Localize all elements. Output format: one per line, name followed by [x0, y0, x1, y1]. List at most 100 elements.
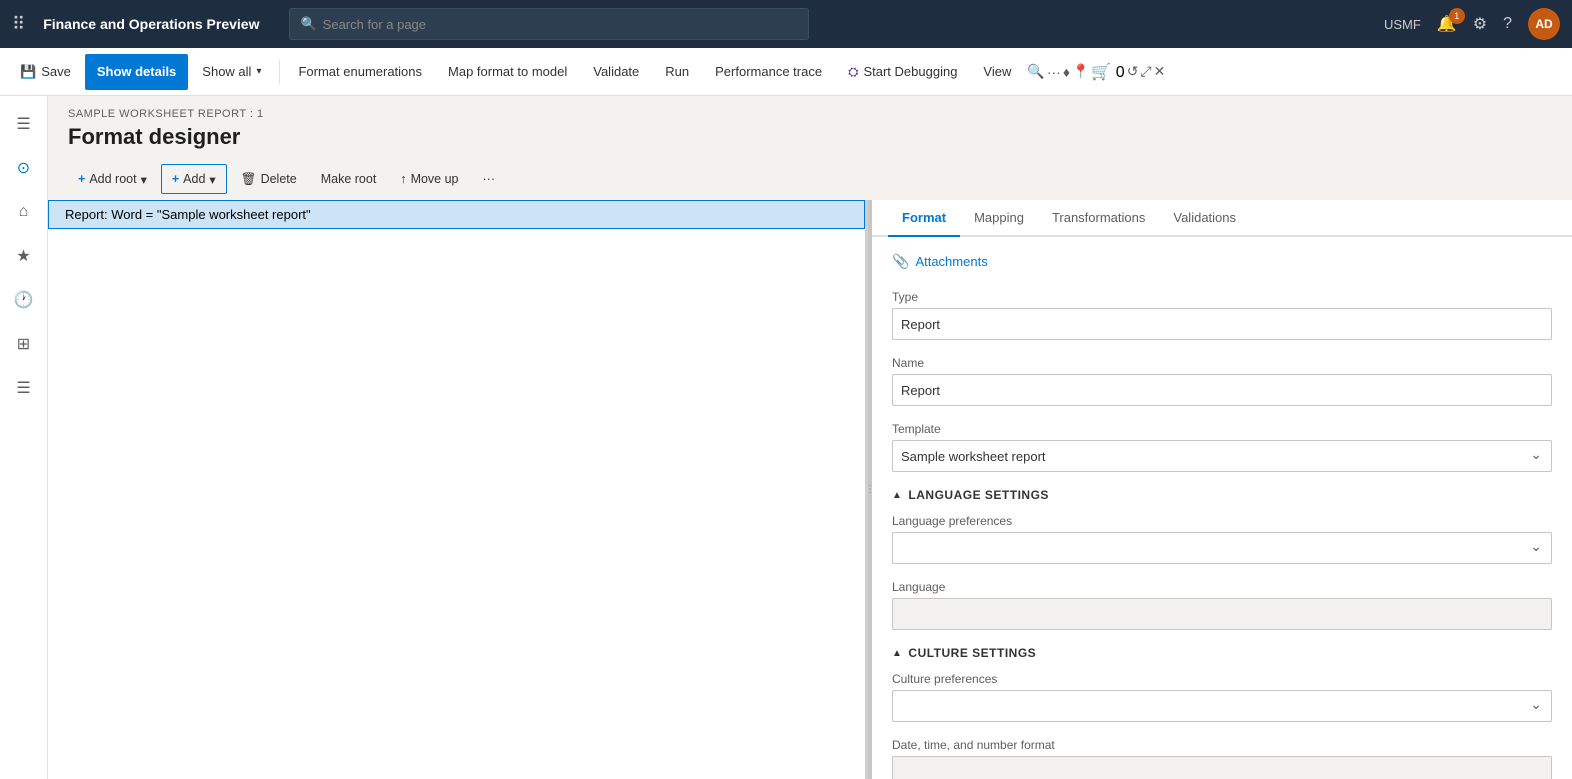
tree-item-label: Report: Word = "Sample worksheet report" — [65, 207, 311, 222]
breadcrumb: SAMPLE WORKSHEET REPORT : 1 — [68, 108, 1552, 120]
global-search[interactable]: 🔍 Search for a page — [289, 8, 809, 40]
debug-icon: ⛭ — [848, 64, 858, 80]
properties-pane: Format Mapping Transformations Validatio… — [872, 200, 1572, 779]
delete-label: Delete — [261, 172, 297, 186]
type-input[interactable] — [892, 308, 1552, 340]
view-button[interactable]: View — [971, 54, 1023, 90]
template-label: Template — [892, 422, 1552, 436]
add-plus-icon: + — [172, 172, 179, 186]
tab-format[interactable]: Format — [888, 200, 960, 237]
split-pane: Report: Word = "Sample worksheet report"… — [48, 200, 1572, 779]
language-pref-label: Language preferences — [892, 514, 1552, 528]
expand-cmd-icon[interactable]: ⤢ — [1140, 63, 1151, 80]
sidebar-recent-icon[interactable]: 🕐 — [4, 280, 44, 320]
cart-cmd-badge[interactable]: 🛒 0 — [1091, 62, 1124, 82]
add-chevron: ▾ — [209, 172, 215, 187]
close-cmd-icon[interactable]: ✕ — [1154, 63, 1166, 80]
format-enumerations-button[interactable]: Format enumerations — [286, 54, 434, 90]
datetime-field-group: Date, time, and number format — [892, 738, 1552, 779]
template-field-group: Template Sample worksheet report — [892, 422, 1552, 472]
tab-validations[interactable]: Validations — [1159, 200, 1250, 237]
user-avatar[interactable]: AD — [1528, 8, 1560, 40]
add-root-button[interactable]: + Add root ▾ — [68, 164, 157, 194]
sidebar-modules-icon[interactable]: ☰ — [4, 368, 44, 408]
show-all-chevron: ▾ — [256, 66, 261, 77]
search-cmd-icon[interactable]: 🔍 — [1027, 63, 1044, 80]
show-all-button[interactable]: Show all ▾ — [190, 54, 273, 90]
cart-count: 0 — [1116, 64, 1125, 81]
template-select[interactable]: Sample worksheet report — [892, 440, 1552, 472]
language-input[interactable] — [892, 598, 1552, 630]
language-settings-header: ▲ LANGUAGE SETTINGS — [892, 488, 1552, 502]
help-icon[interactable]: ? — [1503, 15, 1512, 33]
show-details-button[interactable]: Show details — [85, 54, 188, 90]
delete-button[interactable]: 🗑 Delete — [231, 164, 307, 194]
search-placeholder: Search for a page — [323, 17, 426, 32]
language-pref-select[interactable] — [892, 532, 1552, 564]
sidebar-workspaces-icon[interactable]: ⊞ — [4, 324, 44, 364]
language-pref-field-group: Language preferences — [892, 514, 1552, 564]
validate-button[interactable]: Validate — [581, 54, 651, 90]
name-label: Name — [892, 356, 1552, 370]
refresh-cmd-icon[interactable]: ↺ — [1127, 63, 1139, 80]
app-title: Finance and Operations Preview — [43, 16, 259, 32]
name-input[interactable] — [892, 374, 1552, 406]
more-options-button[interactable]: ··· — [473, 164, 506, 194]
tree-pane: Report: Word = "Sample worksheet report" — [48, 200, 868, 779]
validate-label: Validate — [593, 64, 639, 79]
attachments-link[interactable]: 📎 Attachments — [892, 253, 1552, 270]
datetime-input[interactable] — [892, 756, 1552, 779]
content-area: SAMPLE WORKSHEET REPORT : 1 Format desig… — [48, 96, 1572, 779]
more-cmd-icon[interactable]: ··· — [1047, 64, 1061, 80]
command-bar: 💾 Save Show details Show all ▾ Format en… — [0, 48, 1572, 96]
run-label: Run — [665, 64, 689, 79]
properties-tabs: Format Mapping Transformations Validatio… — [872, 200, 1572, 237]
add-root-label: Add root — [89, 172, 136, 186]
language-collapse-icon[interactable]: ▲ — [892, 490, 902, 501]
make-root-label: Make root — [321, 172, 377, 186]
map-format-label: Map format to model — [448, 64, 567, 79]
settings-icon[interactable]: ⚙ — [1473, 14, 1487, 34]
move-up-icon: ↑ — [400, 172, 406, 186]
tab-mapping[interactable]: Mapping — [960, 200, 1038, 237]
page-title: Format designer — [68, 124, 1552, 150]
start-debugging-label: Start Debugging — [863, 64, 957, 79]
search-icon: 🔍 — [300, 16, 316, 32]
location-cmd-icon[interactable]: 📍 — [1072, 63, 1089, 80]
culture-collapse-icon[interactable]: ▲ — [892, 648, 902, 659]
notification-bell[interactable]: 🔔 1 — [1437, 14, 1457, 34]
culture-pref-field-group: Culture preferences — [892, 672, 1552, 722]
sidebar-filter-icon[interactable]: ⊙ — [4, 148, 44, 188]
sidebar-hamburger[interactable]: ☰ — [4, 104, 44, 144]
make-root-button[interactable]: Make root — [311, 164, 387, 194]
move-up-label: Move up — [411, 172, 459, 186]
apps-grid-icon[interactable]: ⠿ — [12, 14, 25, 35]
language-label: Language — [892, 580, 1552, 594]
more-label: ··· — [483, 172, 496, 186]
tree-item[interactable]: Report: Word = "Sample worksheet report" — [48, 200, 865, 229]
name-field-group: Name — [892, 356, 1552, 406]
culture-pref-select[interactable] — [892, 690, 1552, 722]
culture-settings-header: ▲ CULTURE SETTINGS — [892, 646, 1552, 660]
culture-settings-label: CULTURE SETTINGS — [908, 646, 1036, 660]
sidebar-favorites-icon[interactable]: ★ — [4, 236, 44, 276]
nav-icons-group: USMF 🔔 1 ⚙ ? AD — [1384, 8, 1560, 40]
start-debugging-button[interactable]: ⛭ Start Debugging — [836, 54, 969, 90]
add-button[interactable]: + Add ▾ — [161, 164, 227, 194]
save-button[interactable]: 💾 Save — [8, 54, 83, 90]
map-format-button[interactable]: Map format to model — [436, 54, 579, 90]
run-button[interactable]: Run — [653, 54, 701, 90]
sidebar-home-icon[interactable]: ⌂ — [4, 192, 44, 232]
performance-trace-button[interactable]: Performance trace — [703, 54, 834, 90]
favorites-cmd-icon[interactable]: ♦ — [1063, 64, 1070, 80]
move-up-button[interactable]: ↑ Move up — [390, 164, 468, 194]
template-select-wrapper: Sample worksheet report — [892, 440, 1552, 472]
tab-transformations[interactable]: Transformations — [1038, 200, 1159, 237]
datetime-label: Date, time, and number format — [892, 738, 1552, 752]
language-settings-label: LANGUAGE SETTINGS — [908, 488, 1049, 502]
save-label: Save — [41, 64, 71, 79]
culture-pref-label: Culture preferences — [892, 672, 1552, 686]
performance-trace-label: Performance trace — [715, 64, 822, 79]
view-label: View — [983, 64, 1011, 79]
page-header: SAMPLE WORKSHEET REPORT : 1 Format desig… — [48, 96, 1572, 158]
